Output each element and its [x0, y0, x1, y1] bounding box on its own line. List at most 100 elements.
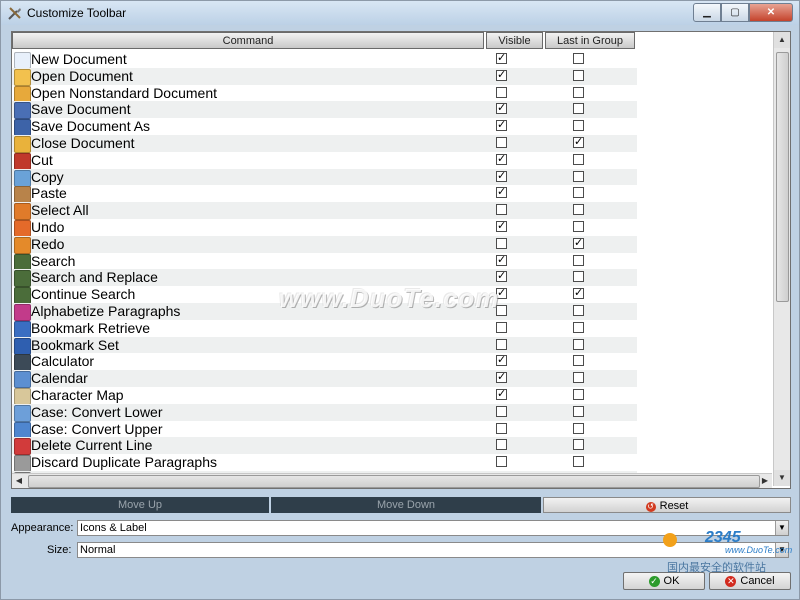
last-in-group-checkbox[interactable]: ✓: [573, 288, 584, 300]
header-visible[interactable]: Visible: [486, 32, 543, 49]
last-in-group-checkbox[interactable]: ✓: [573, 237, 584, 249]
new-document-icon: [14, 52, 31, 69]
visible-checkbox[interactable]: ✓: [496, 271, 507, 283]
last-in-group-checkbox[interactable]: [573, 355, 584, 367]
last-in-group-checkbox[interactable]: [573, 170, 584, 182]
table-row[interactable]: Case: Convert Lower: [12, 403, 637, 422]
visible-checkbox[interactable]: [496, 338, 507, 350]
table-row[interactable]: Save Document ✓: [12, 101, 637, 120]
last-in-group-checkbox[interactable]: [573, 388, 584, 400]
horizontal-scroll-thumb[interactable]: [28, 475, 760, 488]
ok-label: OK: [663, 575, 680, 587]
table-row[interactable]: Bookmark Set: [12, 336, 637, 355]
last-in-group-checkbox[interactable]: [573, 338, 584, 350]
open-nonstandard-icon: [14, 85, 31, 103]
scroll-down-arrow-icon[interactable]: ▼: [774, 470, 790, 486]
table-row[interactable]: Delete Current Line: [12, 437, 637, 456]
visible-checkbox[interactable]: ✓: [496, 53, 507, 64]
table-row[interactable]: Save Document As ✓: [12, 118, 637, 137]
last-in-group-checkbox[interactable]: [573, 456, 584, 468]
close-button[interactable]: ✕: [749, 3, 793, 22]
table-row[interactable]: Calendar ✓: [12, 370, 637, 389]
visible-checkbox[interactable]: [496, 405, 507, 417]
minimize-button[interactable]: ▁: [693, 3, 721, 22]
horizontal-scrollbar[interactable]: ◀ ▶: [12, 473, 772, 488]
header-command[interactable]: Command: [12, 32, 484, 49]
last-in-group-checkbox[interactable]: [573, 220, 584, 232]
command-label: Save Document As: [31, 118, 151, 135]
table-row[interactable]: Select All: [12, 202, 637, 221]
visible-checkbox[interactable]: ✓: [496, 187, 507, 199]
visible-checkbox[interactable]: ✓: [496, 388, 507, 400]
table-row[interactable]: Bookmark Retrieve: [12, 320, 637, 338]
last-in-group-checkbox[interactable]: [573, 69, 584, 81]
visible-checkbox[interactable]: ✓: [496, 355, 507, 367]
visible-checkbox[interactable]: [496, 86, 507, 98]
last-in-group-checkbox[interactable]: ✓: [573, 136, 584, 148]
last-in-group-checkbox[interactable]: [573, 153, 584, 165]
vertical-scrollbar[interactable]: ▲ ▼: [773, 32, 790, 486]
last-in-group-checkbox[interactable]: [573, 120, 584, 132]
visible-checkbox[interactable]: ✓: [496, 254, 507, 266]
last-in-group-checkbox[interactable]: [573, 439, 584, 451]
last-in-group-checkbox[interactable]: [573, 103, 584, 115]
table-row[interactable]: Character Map ✓: [12, 387, 637, 405]
last-in-group-checkbox[interactable]: [573, 254, 584, 266]
visible-checkbox[interactable]: ✓: [496, 69, 507, 81]
table-row[interactable]: New Document ✓: [12, 51, 637, 69]
last-in-group-checkbox[interactable]: [573, 304, 584, 316]
command-label: Search and Replace: [31, 269, 158, 286]
last-in-group-checkbox[interactable]: [573, 187, 584, 199]
last-in-group-checkbox[interactable]: [573, 53, 584, 64]
move-buttons-bar: Move Up Move Down ↺ Reset: [11, 497, 791, 514]
table-row[interactable]: Paste ✓: [12, 185, 637, 204]
last-in-group-checkbox[interactable]: [573, 204, 584, 216]
table-row[interactable]: Close Document ✓: [12, 134, 637, 153]
visible-checkbox[interactable]: [496, 456, 507, 468]
visible-checkbox[interactable]: ✓: [496, 170, 507, 182]
table-row[interactable]: Cut ✓: [12, 152, 637, 170]
visible-checkbox[interactable]: [496, 237, 507, 249]
table-row[interactable]: Redo ✓: [12, 235, 637, 254]
visible-checkbox[interactable]: [496, 204, 507, 216]
visible-checkbox[interactable]: ✓: [496, 372, 507, 384]
visible-checkbox[interactable]: ✓: [496, 153, 507, 165]
reset-button[interactable]: ↺ Reset: [543, 497, 791, 513]
visible-checkbox[interactable]: ✓: [496, 120, 507, 132]
table-row[interactable]: Copy ✓: [12, 168, 637, 187]
scroll-right-arrow-icon[interactable]: ▶: [758, 474, 772, 488]
table-row[interactable]: Open Nonstandard Document: [12, 85, 637, 103]
visible-checkbox[interactable]: [496, 439, 507, 451]
last-in-group-checkbox[interactable]: [573, 372, 584, 384]
header-last-in-group[interactable]: Last in Group: [545, 32, 635, 49]
visible-checkbox[interactable]: ✓: [496, 220, 507, 232]
visible-checkbox[interactable]: [496, 136, 507, 148]
alphabetize-icon: [14, 303, 31, 321]
move-up-button[interactable]: Move Up: [11, 497, 269, 513]
table-row[interactable]: Discard Duplicate Paragraphs: [12, 454, 637, 473]
last-in-group-checkbox[interactable]: [573, 405, 584, 417]
scroll-up-arrow-icon[interactable]: ▲: [774, 32, 790, 48]
maximize-button[interactable]: ▢: [721, 3, 749, 22]
visible-checkbox[interactable]: [496, 321, 507, 333]
last-in-group-checkbox[interactable]: [573, 86, 584, 98]
vertical-scroll-thumb[interactable]: [776, 52, 789, 302]
reset-label: Reset: [659, 500, 689, 512]
last-in-group-checkbox[interactable]: [573, 321, 584, 333]
case-upper-icon: [14, 421, 31, 439]
table-row[interactable]: Calculator ✓: [12, 353, 637, 372]
table-row[interactable]: Undo ✓: [12, 219, 637, 237]
title-bar[interactable]: Customize Toolbar ▁ ▢ ✕: [1, 1, 799, 25]
visible-checkbox[interactable]: [496, 422, 507, 434]
command-label: Continue Search: [31, 286, 136, 303]
appearance-value: Icons & Label: [80, 522, 147, 534]
last-in-group-checkbox[interactable]: [573, 422, 584, 434]
scroll-left-arrow-icon[interactable]: ◀: [12, 474, 26, 488]
table-row[interactable]: Open Document ✓: [12, 67, 637, 86]
last-in-group-checkbox[interactable]: [573, 271, 584, 283]
table-row[interactable]: Case: Convert Upper: [12, 421, 637, 439]
table-row[interactable]: Search ✓: [12, 253, 637, 271]
move-down-button[interactable]: Move Down: [271, 497, 541, 513]
visible-checkbox[interactable]: ✓: [496, 103, 507, 115]
command-label: Copy: [31, 168, 64, 185]
